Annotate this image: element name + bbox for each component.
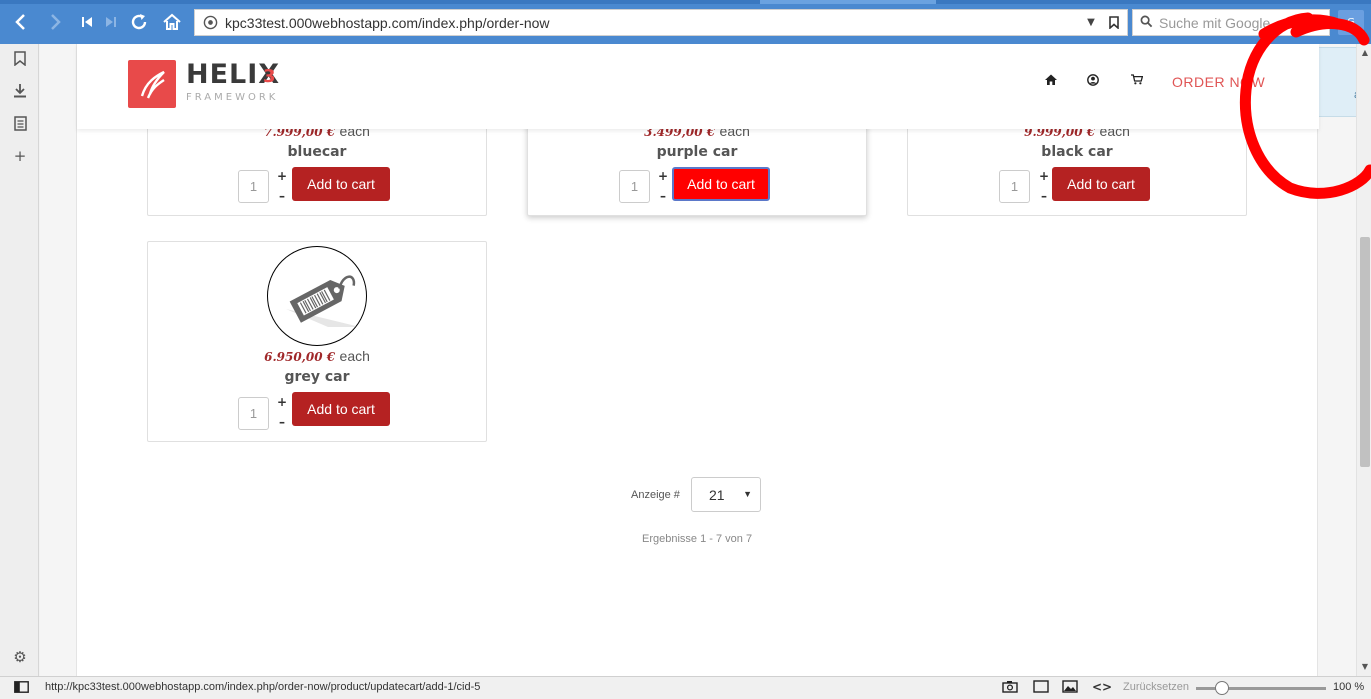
back-icon[interactable] [8,9,34,35]
search-placeholder: Suche mit Google [1159,14,1271,31]
page-scrollbar[interactable]: ▲ ▼ [1356,44,1371,676]
logo-version: 3 [263,66,276,87]
product-name: grey car [284,369,350,385]
bookmarks-icon[interactable] [11,49,29,67]
panel-toggle-icon[interactable] [14,681,29,697]
nav-user-icon[interactable] [1087,74,1099,90]
quantity-input[interactable]: 1 [619,170,650,203]
add-to-cart-button[interactable]: Add to cart [672,167,770,201]
quantity-input[interactable]: 1 [238,397,269,430]
add-to-cart-button[interactable]: Add to cart [292,167,390,201]
add-to-cart-button[interactable]: Add to cart [1052,167,1150,201]
product-name: bluecar [287,144,347,160]
increment-button[interactable]: + [1038,170,1050,183]
decrement-button[interactable]: – [1038,190,1050,203]
bookmark-icon[interactable] [1101,16,1127,29]
chevron-down-icon: ▼ [743,489,752,499]
scroll-down-icon[interactable]: ▼ [1360,662,1370,671]
zoom-reset-label[interactable]: Zurücksetzen [1123,681,1189,693]
browser-status-bar: http://kpc33test.000webhostapp.com/index… [0,676,1371,699]
nav-home-icon[interactable] [1045,74,1057,89]
reload-icon[interactable] [126,9,152,35]
notes-icon[interactable] [11,114,29,132]
add-to-cart-button[interactable]: Add to cart [292,392,390,426]
gear-icon[interactable]: ⚙ [11,648,29,666]
helix-logo-icon[interactable] [128,60,176,108]
site-header: HELIX 3 FRAMEWORK ORDER NOW [77,44,1319,129]
zoom-level: 100 % [1333,681,1365,693]
quantity-input[interactable]: 1 [238,170,269,203]
zoom-slider-knob[interactable] [1215,681,1229,695]
page-content: 7.999,00 € each bluecar 1 + – Add to car… [76,44,1356,676]
image-icon[interactable] [1062,680,1078,697]
scroll-thumb[interactable] [1360,237,1370,467]
browser-toolbar: kpc33test.000webhostapp.com/index.php/or… [0,0,1371,44]
product-price: 6.950,00 € each [264,348,370,364]
search-input[interactable]: Suche mit Google [1132,9,1330,36]
window-icon[interactable] [1033,680,1049,697]
active-tab[interactable] [760,0,936,4]
results-counter: Ergebnisse 1 - 7 von 7 [642,533,753,545]
scroll-up-icon[interactable]: ▲ [1360,48,1370,57]
code-icon[interactable]: <> [1092,680,1112,694]
product-card: 6.950,00 € each grey car 1 + – Add to ca… [147,241,487,442]
increment-button[interactable]: + [276,396,288,409]
globe-icon [195,15,225,30]
zoom-slider[interactable] [1196,681,1326,695]
fast-forward-icon[interactable] [98,9,124,35]
add-panel-icon[interactable]: + [11,147,29,165]
product-name: purple car [656,144,738,160]
web-viewport: 7.999,00 € each bluecar 1 + – Add to car… [40,44,1356,676]
tab-strip [0,0,1371,4]
limit-value: 21 [709,486,725,503]
search-icon [1133,15,1159,31]
rewind-icon[interactable] [74,9,100,35]
address-bar[interactable]: kpc33test.000webhostapp.com/index.php/or… [194,9,1128,36]
price-tag-image [267,246,367,346]
decrement-button[interactable]: – [276,416,288,429]
quantity-input[interactable]: 1 [999,170,1030,203]
limit-label: Anzeige # [631,489,680,501]
decrement-button[interactable]: – [276,190,288,203]
browser-side-panel: + ⚙ [0,44,39,676]
status-link-url: http://kpc33test.000webhostapp.com/index… [45,681,481,693]
limit-select[interactable]: 21 ▼ [691,477,761,512]
decrement-button[interactable]: – [657,190,669,203]
logo-subtitle: FRAMEWORK [186,92,279,103]
chevron-down-icon[interactable]: ▼ [1081,17,1101,28]
url-text[interactable]: kpc33test.000webhostapp.com/index.php/or… [225,15,1081,31]
camera-icon[interactable] [1002,680,1018,697]
increment-button[interactable]: + [657,170,669,183]
nav-cart-icon[interactable] [1131,74,1144,89]
nav-order-now[interactable]: ORDER NOW [1172,74,1265,90]
increment-button[interactable]: + [276,170,288,183]
home-icon[interactable] [159,9,185,35]
google-translate-button[interactable]: G [1338,10,1364,35]
download-icon[interactable] [11,81,29,99]
forward-icon[interactable] [42,9,68,35]
product-name: black car [1041,144,1113,160]
